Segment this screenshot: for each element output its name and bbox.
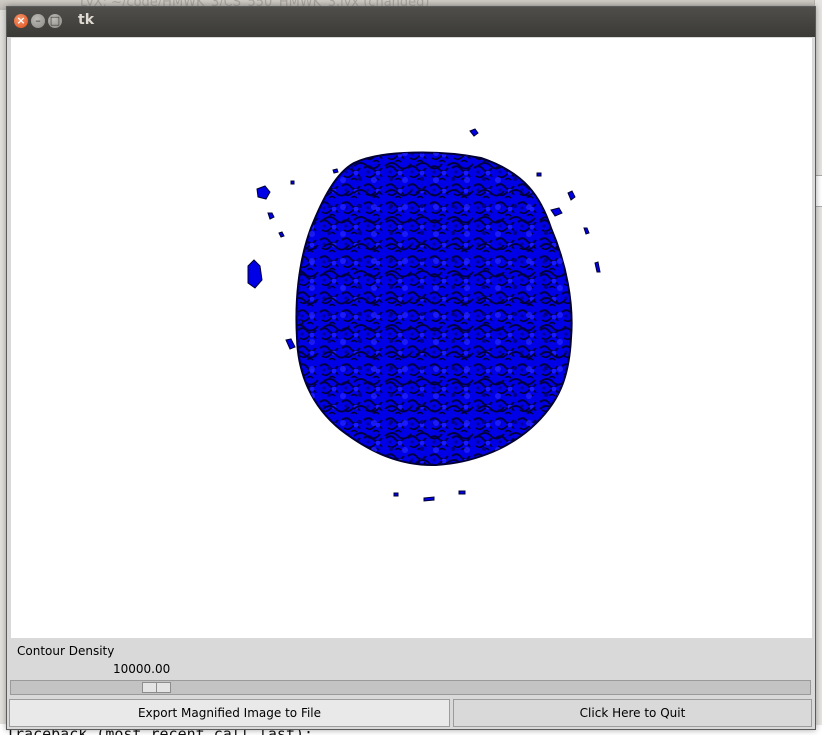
background-tab-lower — [815, 725, 822, 735]
render-canvas[interactable] — [11, 38, 812, 638]
background-tab — [815, 175, 822, 207]
contour-density-label: Contour Density — [17, 644, 115, 658]
close-icon[interactable]: × — [14, 14, 28, 28]
minimize-icon[interactable]: – — [31, 14, 45, 28]
blob-main — [295, 151, 573, 467]
contour-density-slider[interactable] — [10, 680, 811, 695]
slider-handle[interactable] — [142, 682, 171, 693]
contour-render — [247, 128, 601, 502]
tk-window: × – □ tk Contour Density 10000.00 Export… — [6, 6, 816, 730]
export-image-button[interactable]: Export Magnified Image to File — [9, 699, 450, 727]
window-title: tk — [78, 12, 95, 28]
quit-button[interactable]: Click Here to Quit — [453, 699, 812, 727]
window-titlebar[interactable]: × – □ tk — [7, 7, 815, 37]
contour-density-value: 10000.00 — [113, 662, 171, 676]
maximize-icon[interactable]: □ — [48, 14, 62, 28]
